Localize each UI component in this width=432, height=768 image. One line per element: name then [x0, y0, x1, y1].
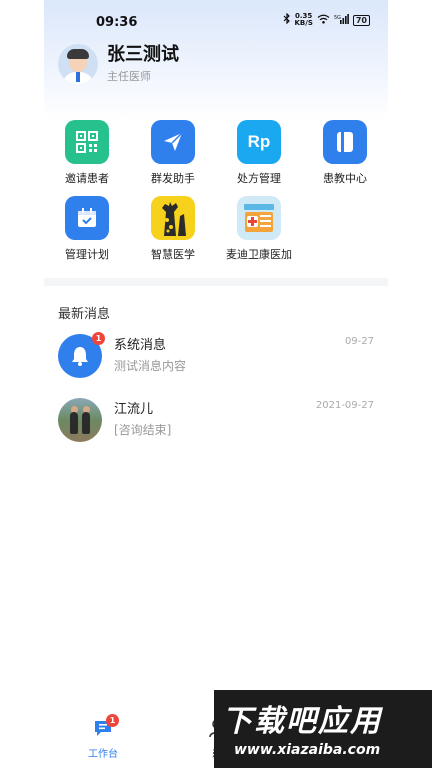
tab-badge: 1: [106, 714, 119, 727]
message-preview: [咨询结束]: [114, 423, 172, 437]
message-sender: 系统消息: [114, 338, 167, 353]
doctor-profile[interactable]: 张三测试 主任医师: [58, 44, 179, 84]
function-grid: 邀请患者 群发助手 Rp 处方管理 患教中心 管理计划 智慧医学 麦迪卫康医加: [44, 120, 388, 272]
grid-label: 管理计划: [65, 248, 109, 261]
cellular-icon: 5G: [334, 13, 349, 27]
grid-label: 患教中心: [323, 172, 367, 185]
grid-item-prescription[interactable]: Rp 处方管理: [216, 120, 302, 196]
message-item-system[interactable]: 1 系统消息 测试消息内容 09-27: [58, 332, 374, 382]
grid-label: 处方管理: [237, 172, 281, 185]
message-sender: 江流儿: [114, 402, 154, 417]
app-screen: 09:36 0.35 KB/S 5G 70 张三测试 主任医师 邀请患者 群发助…: [44, 0, 388, 768]
book-icon: [323, 120, 367, 164]
status-bar: 09:36 0.35 KB/S 5G 70: [44, 0, 388, 44]
message-time: 2021-09-27: [315, 400, 374, 411]
photo-figure: [82, 412, 90, 434]
doctor-title: 主任医师: [107, 70, 151, 83]
rp-icon: Rp: [237, 120, 281, 164]
watermark-url: www.xiazaiba.com: [234, 742, 381, 758]
send-icon: [151, 120, 195, 164]
tab-workbench[interactable]: 1 工作台: [60, 714, 146, 760]
status-time: 09:36: [96, 15, 138, 30]
avatar-hair: [67, 49, 89, 59]
avatar-tie: [76, 72, 80, 82]
grid-item-group-send[interactable]: 群发助手: [130, 120, 216, 196]
user-photo: [58, 398, 102, 442]
bluetooth-icon: [283, 12, 291, 27]
grid-label: 群发助手: [151, 172, 195, 185]
medical-kit-icon: [237, 196, 281, 240]
grid-label: 邀请患者: [65, 172, 109, 185]
watermark: 下载吧应用 www.xiazaiba.com: [214, 690, 432, 768]
grid-label: 智慧医学: [151, 248, 195, 261]
grid-item-smart-medicine[interactable]: 智慧医学: [130, 196, 216, 272]
photo-figure: [70, 412, 78, 434]
chat-icon: 1: [93, 714, 119, 742]
message-item-patient[interactable]: 江流儿 [咨询结束] 2021-09-27: [58, 396, 374, 446]
doctor-avatar[interactable]: [58, 44, 98, 84]
calendar-icon: [65, 196, 109, 240]
message-time: 09-27: [344, 336, 374, 347]
battery-indicator: 70: [352, 14, 370, 26]
section-divider: [44, 278, 388, 286]
grid-item-management-plan[interactable]: 管理计划: [44, 196, 130, 272]
rp-icon-text: Rp: [247, 132, 271, 151]
network-speed: 0.35 KB/S: [295, 13, 313, 27]
grid-item-invite-patient[interactable]: 邀请患者: [44, 120, 130, 196]
qr-code-icon: [65, 120, 109, 164]
profile-text: 张三测试 主任医师: [107, 44, 179, 84]
grid-label: 麦迪卫康医加: [226, 248, 292, 261]
grid-item-patient-education[interactable]: 患教中心: [302, 120, 388, 196]
latest-messages-title: 最新消息: [58, 307, 111, 322]
tab-label: 工作台: [88, 749, 118, 760]
giraffe-icon: [151, 196, 195, 240]
grid-item-mediwell[interactable]: 麦迪卫康医加: [216, 196, 302, 272]
unread-badge: 1: [92, 332, 105, 345]
wifi-icon: [317, 14, 330, 27]
watermark-main: 下载吧应用: [222, 704, 382, 739]
doctor-name: 张三测试: [107, 44, 179, 65]
speed-unit: KB/S: [294, 19, 313, 27]
message-preview: 测试消息内容: [114, 359, 187, 373]
status-icons: 0.35 KB/S 5G 70: [283, 12, 370, 27]
